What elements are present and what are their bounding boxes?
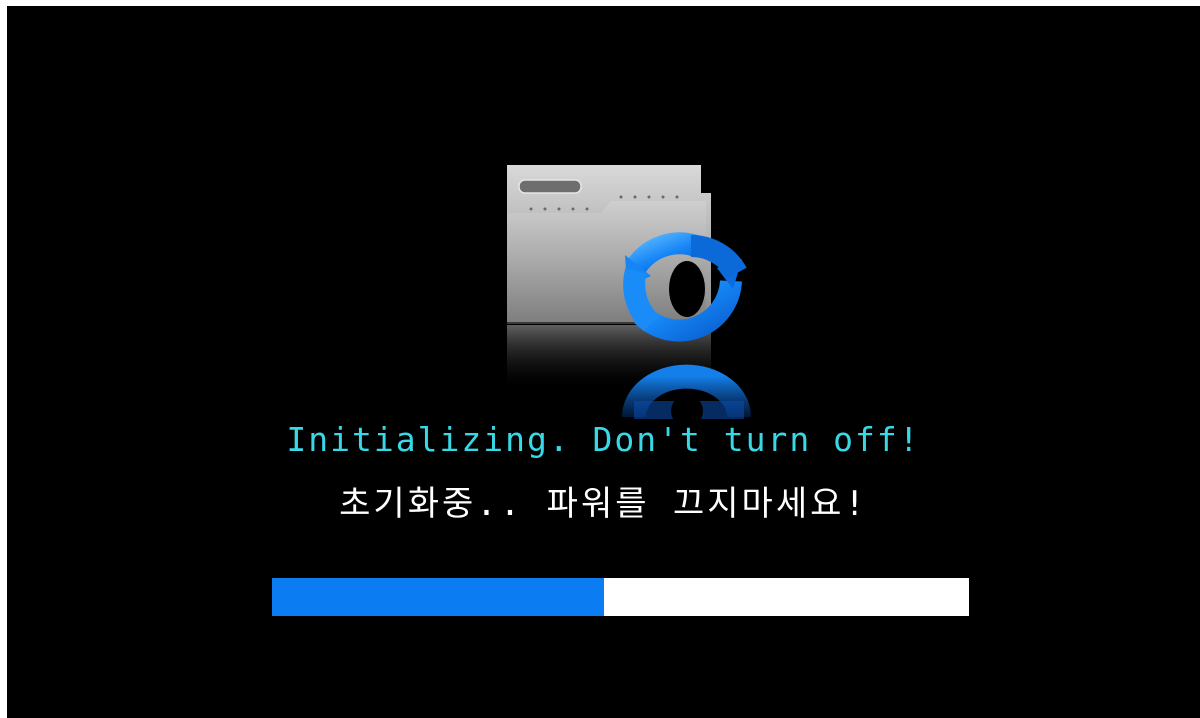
progress-bar-fill: [272, 578, 604, 616]
window-frame: Initializing. Don't turn off! 초기화중.. 파워를…: [0, 0, 1200, 718]
initialization-screen: Initializing. Don't turn off! 초기화중.. 파워를…: [7, 6, 1200, 718]
folder-sync-icon: [501, 163, 751, 419]
status-message-en: Initializing. Don't turn off!: [286, 420, 921, 459]
status-message-ko: 초기화중.. 파워를 끄지마세요!: [339, 484, 868, 524]
progress-bar: [272, 578, 969, 616]
folder-tab-slot: [518, 179, 582, 194]
sync-arrows-reflection: [622, 364, 751, 419]
